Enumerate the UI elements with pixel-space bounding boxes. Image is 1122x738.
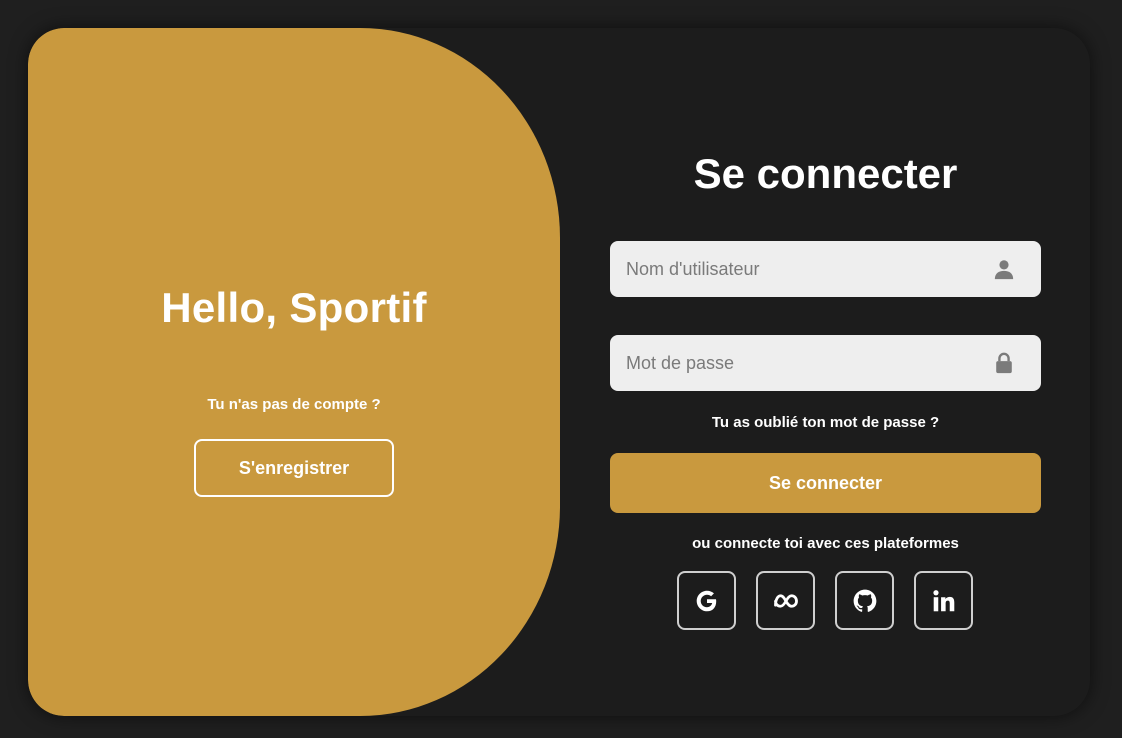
login-title: Se connecter — [693, 150, 958, 197]
meta-login-button[interactable] — [756, 571, 815, 630]
linkedin-login-button[interactable] — [914, 571, 973, 630]
password-input[interactable] — [610, 335, 990, 391]
meta-icon — [773, 593, 798, 608]
forgot-password-link[interactable]: Tu as oublié ton mot de passe ? — [610, 414, 1041, 431]
username-input[interactable] — [610, 241, 990, 297]
google-icon — [696, 590, 716, 611]
github-icon — [853, 589, 876, 612]
login-button[interactable]: Se connecter — [610, 453, 1041, 513]
google-login-button[interactable] — [677, 571, 736, 630]
github-login-button[interactable] — [835, 571, 894, 630]
user-icon — [994, 260, 1014, 280]
lock-icon — [996, 352, 1012, 374]
username-field[interactable] — [610, 241, 1041, 297]
password-field[interactable] — [610, 335, 1041, 391]
platforms-text: ou connecte toi avec ces plateformes — [692, 535, 959, 552]
linkedin-icon — [932, 589, 954, 611]
login-form: Se connecter Tu as oublié ton mot de pas… — [28, 28, 1090, 716]
